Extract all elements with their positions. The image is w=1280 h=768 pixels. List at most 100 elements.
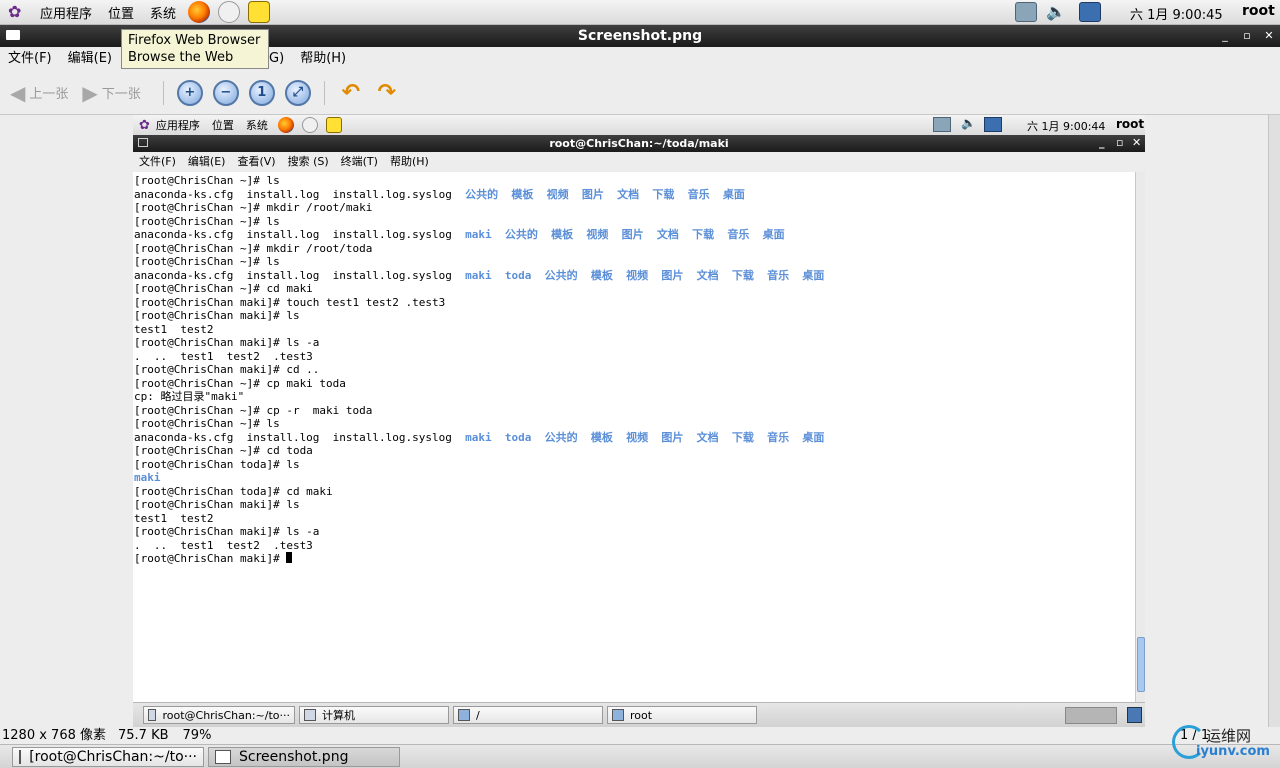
- watermark-site: iyunv.com: [1196, 744, 1270, 759]
- inner-menu-terminal: 终端(T): [340, 155, 378, 168]
- close-button[interactable]: ✕: [1260, 27, 1278, 45]
- terminal-text: anaconda-ks.cfg install.log install.log.…: [134, 228, 466, 241]
- inner-terminal-menu: 文件(F) 编辑(E) 查看(V) 搜索 (S) 终端(T) 帮助(H): [133, 152, 1145, 172]
- viewer-vertical-scrollbar[interactable]: [1268, 115, 1280, 727]
- terminal-line: maki: [134, 471, 1135, 485]
- terminal-line: cp: 略过目录"maki": [134, 390, 1135, 404]
- directory-listing: maki toda 公共的 模板 视频 图片 文档 下载 音乐 桌面: [465, 268, 825, 282]
- folder-icon: [458, 709, 470, 721]
- terminal-line: [root@ChrisChan maki]# ls: [134, 498, 1135, 512]
- terminal-line: [root@ChrisChan ~]# ls: [134, 255, 1135, 269]
- tooltip-subtitle: Browse the Web: [128, 50, 234, 65]
- terminal-text: . .. test1 test2 .test3: [134, 349, 313, 363]
- folder-icon: [612, 709, 624, 721]
- firefox-icon[interactable]: [188, 1, 211, 23]
- network-icon[interactable]: [1010, 2, 1042, 26]
- tooltip-title: Firefox Web Browser: [128, 33, 261, 48]
- inner-menu-system: 系统: [245, 119, 268, 132]
- volume-icon[interactable]: 🔈: [1046, 2, 1066, 21]
- terminal-line: anaconda-ks.cfg install.log install.log.…: [134, 188, 1135, 202]
- inner-scrollbar: [1135, 172, 1145, 702]
- task-terminal[interactable]: [root@ChrisChan:~/to···: [12, 747, 204, 767]
- terminal-line: anaconda-ks.cfg install.log install.log.…: [134, 228, 1135, 242]
- terminal-line: [root@ChrisChan toda]# cd maki: [134, 485, 1135, 499]
- terminal-text: test1 test2: [134, 511, 214, 525]
- terminal-line: [root@ChrisChan ~]# cp maki toda: [134, 377, 1135, 391]
- terminal-text: [root@ChrisChan maki]# cd ..: [134, 363, 320, 376]
- task-screenshot-viewer[interactable]: Screenshot.png: [208, 747, 400, 767]
- terminal-cursor: [286, 552, 293, 563]
- inner-task-home-folder: root: [607, 706, 757, 724]
- inner-title-bar: root@ChrisChan:~/toda/maki _ ▫ ✕: [133, 135, 1145, 152]
- toolbar-separator: [162, 80, 164, 105]
- terminal-line: . .. test1 test2 .test3: [134, 539, 1135, 553]
- terminal-icon: [19, 750, 22, 764]
- inner-trash-icon: [1127, 707, 1142, 723]
- previous-image-button[interactable]: ◀ 上一张: [10, 81, 68, 105]
- directory-listing: maki: [134, 471, 161, 484]
- inner-menu-edit: 编辑(E): [187, 155, 226, 168]
- terminal-line: [root@ChrisChan ~]# ls: [134, 215, 1135, 229]
- mail-client-icon[interactable]: [218, 1, 241, 23]
- menu-file[interactable]: 文件(F): [0, 47, 60, 71]
- terminal-line: [root@ChrisChan ~]# cd toda: [134, 444, 1135, 458]
- terminal-text: [root@ChrisChan maki]# touch test1 test2…: [134, 295, 446, 309]
- terminal-text: [root@ChrisChan toda]# ls: [134, 457, 300, 471]
- directory-listing: maki 公共的 模板 视频 图片 文档 下载 音乐 桌面: [465, 228, 785, 241]
- zoom-fit-icon[interactable]: ⤢: [284, 79, 311, 106]
- inner-menu-view: 查看(V): [237, 155, 276, 168]
- terminal-line: test1 test2: [134, 512, 1135, 526]
- terminal-line: [root@ChrisChan toda]# ls: [134, 458, 1135, 472]
- terminal-line: [root@ChrisChan ~]# ls: [134, 417, 1135, 431]
- terminal-text: [root@ChrisChan ~]# ls: [134, 417, 280, 430]
- viewer-status-bar: 1280 x 768 像素 75.7 KB 79% 1 / 1: [0, 727, 1280, 744]
- zoom-out-icon[interactable]: −: [212, 79, 239, 106]
- text-editor-icon[interactable]: [248, 1, 271, 23]
- terminal-line: [root@ChrisChan ~]# cd maki: [134, 282, 1135, 296]
- terminal-line: . .. test1 test2 .test3: [134, 350, 1135, 364]
- terminal-line: [root@ChrisChan ~]# ls: [134, 174, 1135, 188]
- terminal-text: cp: 略过目录"maki": [134, 390, 245, 403]
- user-name[interactable]: root: [1242, 3, 1275, 19]
- menu-applications[interactable]: 应用程序: [32, 3, 100, 22]
- terminal-text: anaconda-ks.cfg install.log install.log.…: [134, 187, 466, 201]
- next-image-button[interactable]: ▶ 下一张: [82, 81, 140, 105]
- terminal-text: [root@ChrisChan maki]#: [134, 552, 287, 565]
- terminal-text: [root@ChrisChan maki]# ls: [134, 309, 300, 322]
- menu-edit[interactable]: 编辑(E): [60, 47, 120, 71]
- image-viewport[interactable]: ✿ 应用程序 位置 系统 🔈 六 1月 9:00:44 root root@Ch…: [0, 115, 1280, 727]
- menu-places[interactable]: 位置: [100, 3, 142, 22]
- terminal-text: [root@ChrisChan maki]# ls: [134, 498, 300, 511]
- terminal-text: test1 test2: [134, 322, 214, 336]
- terminal-line: [root@ChrisChan maki]#: [134, 552, 1135, 566]
- gnome-foot-icon[interactable]: ✿: [8, 2, 28, 22]
- bottom-taskbar: [root@ChrisChan:~/to··· Screenshot.png: [0, 744, 1280, 768]
- site-watermark: 运维网 iyunv.com: [1172, 725, 1272, 765]
- clock[interactable]: 六 1月 9:00:45: [1130, 4, 1223, 23]
- inner-close-icon: ✕: [1132, 136, 1142, 149]
- image-dimensions: 1280 x 768 像素: [2, 728, 106, 743]
- zoom-level: 79%: [182, 728, 212, 743]
- terminal-icon: [148, 709, 157, 721]
- maximize-button[interactable]: ▫: [1238, 27, 1256, 45]
- menu-help[interactable]: 帮助(H): [292, 47, 354, 71]
- rotate-left-icon[interactable]: ↶: [338, 80, 364, 106]
- zoom-in-icon[interactable]: +: [176, 79, 203, 106]
- directory-listing: maki toda 公共的 模板 视频 图片 文档 下载 音乐 桌面: [465, 430, 825, 444]
- zoom-normal-icon[interactable]: 1: [248, 79, 275, 106]
- display-alert-icon[interactable]: [1074, 2, 1106, 26]
- inner-menu-places: 位置: [211, 119, 234, 132]
- arrow-right-icon: ▶: [82, 80, 98, 105]
- terminal-text: [root@ChrisChan maki]# ls -a: [134, 525, 320, 538]
- menu-system[interactable]: 系统: [142, 3, 184, 22]
- terminal-text: anaconda-ks.cfg install.log install.log.…: [134, 268, 466, 282]
- terminal-line: [root@ChrisChan maki]# cd ..: [134, 363, 1135, 377]
- arrow-left-icon: ◀: [10, 80, 26, 105]
- inner-mail-icon: [301, 117, 318, 133]
- minimize-button[interactable]: _: [1216, 27, 1234, 45]
- inner-maximize-icon: ▫: [1116, 136, 1124, 149]
- top-panel: ✿ 应用程序 位置 系统 🔈 六 1月 9:00:45 root: [0, 0, 1280, 25]
- inner-workspace-switcher: [1065, 707, 1117, 724]
- rotate-right-icon[interactable]: ↷: [374, 80, 400, 106]
- inner-task-root-folder: /: [453, 706, 603, 724]
